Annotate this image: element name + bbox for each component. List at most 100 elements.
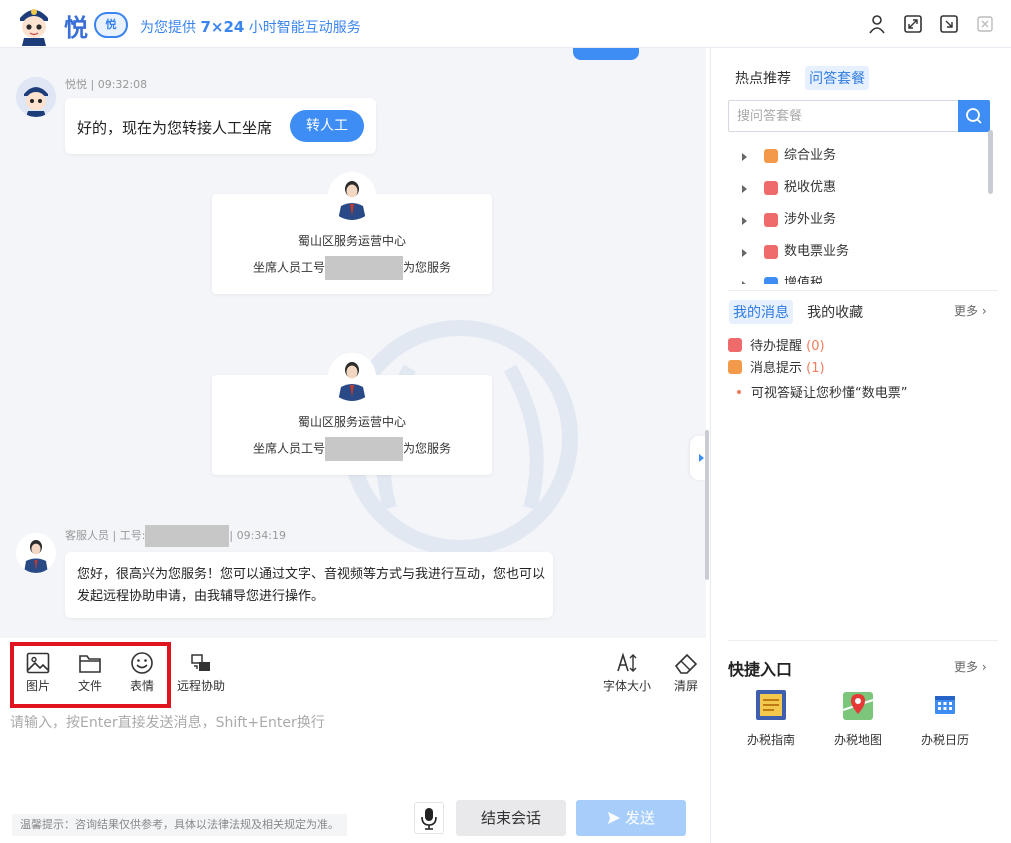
remote-assist-tool[interactable]: 远程协助	[174, 652, 228, 694]
bot-avatar	[16, 77, 56, 117]
card-line-suffix: 为您服务	[403, 260, 452, 275]
agent-meta: 客服人员 | 工号: | 09:34:19	[65, 524, 286, 548]
font-size-icon	[617, 652, 637, 672]
message-text: 可视答疑让您秒懂“数电票”	[751, 386, 908, 401]
clock-icon	[728, 338, 742, 352]
minimize-icon[interactable]	[939, 14, 959, 34]
chat-panel: 悦悦 | 09:32:08 好的，现在为您转接人工坐席 转人工 蜀山区服务运营中…	[0, 48, 706, 638]
close-icon[interactable]	[975, 14, 995, 34]
message-input[interactable]	[10, 712, 690, 792]
caret-right-icon	[742, 153, 747, 161]
bulb-icon	[728, 360, 742, 374]
image-tool[interactable]: 图片	[14, 652, 62, 694]
map-pin-icon	[842, 692, 874, 720]
quick-tax-calendar[interactable]: 办税日历	[905, 688, 985, 748]
app-header: 悦 悦 为您提供 7×24 小时智能互动服务	[0, 0, 1011, 48]
qa-tabs: 热点推荐 问答套餐	[731, 66, 875, 90]
send-icon	[607, 812, 620, 824]
tree-label: 增值税	[784, 276, 824, 284]
smile-icon	[131, 652, 153, 674]
end-session-button[interactable]: 结束会话	[456, 800, 566, 836]
messages-more-link[interactable]: 更多 ›	[954, 302, 987, 319]
quick-tax-guide[interactable]: 办税指南	[731, 688, 811, 748]
transfer-agent-button[interactable]: 转人工	[290, 110, 364, 142]
card-center-name: 蜀山区服务运营中心	[297, 234, 406, 248]
slogan-hours: 7×24	[200, 18, 245, 36]
collapse-sidebar-toggle[interactable]	[690, 436, 706, 480]
font-size-tool[interactable]: 字体大小	[600, 652, 654, 694]
card-agent-line: 坐席人员工号 为您服务	[212, 437, 492, 461]
redacted-id	[325, 256, 403, 280]
file-tool[interactable]: 文件	[66, 652, 114, 694]
redacted-id	[325, 437, 403, 461]
card-line-suffix: 为您服务	[403, 441, 452, 456]
brand-logo: 悦	[64, 13, 88, 42]
folder-icon	[79, 655, 101, 673]
emoji-tool[interactable]: 表情	[118, 652, 166, 694]
tree-label: 税收优惠	[784, 180, 837, 195]
search-icon	[966, 108, 982, 124]
mascot-avatar	[14, 2, 54, 46]
send-label: 发送	[624, 809, 655, 827]
file-label: 文件	[77, 679, 102, 693]
input-toolbar: 图片 文件 表情 远程协助 字体大小 清屏	[0, 638, 706, 708]
eraser-icon	[674, 653, 698, 674]
user-icon[interactable]	[867, 14, 887, 34]
tree-label: 涉外业务	[784, 212, 837, 227]
divider	[728, 640, 998, 641]
agent-photo	[328, 172, 376, 220]
header-slogan: 为您提供 7×24 小时智能互动服务	[140, 17, 361, 37]
tab-my-messages[interactable]: 我的消息	[729, 300, 793, 324]
remote-label: 远程协助	[176, 679, 225, 693]
remote-desktop-icon	[191, 654, 210, 671]
database-icon	[764, 245, 778, 259]
card-agent-line: 坐席人员工号 为您服务	[212, 256, 492, 280]
expand-icon[interactable]	[903, 14, 923, 34]
input-area: 温馨提示：咨询结果仅供参考，具体以法律法规及相关规定为准。 结束会话 发送	[0, 708, 706, 843]
tab-qa-package[interactable]: 问答套餐	[805, 66, 870, 90]
brand-badge: 悦	[94, 12, 128, 38]
send-button[interactable]: 发送	[576, 800, 686, 836]
quick-label: 办税地图	[833, 733, 882, 747]
caret-right-icon	[742, 281, 747, 284]
calendar-icon	[935, 696, 955, 714]
quick-more-link[interactable]: 更多 ›	[954, 658, 987, 675]
agent-card: 蜀山区服务运营中心 坐席人员工号 为您服务	[212, 172, 492, 294]
notice-reminder[interactable]: 消息提示 (1)	[728, 357, 825, 376]
todo-label: 待办提醒	[750, 339, 803, 354]
quick-tax-map[interactable]: 办税地图	[818, 688, 898, 748]
todo-reminder[interactable]: 待办提醒 (0)	[728, 335, 825, 354]
slogan-suffix: 小时智能互动服务	[244, 20, 361, 36]
database-icon	[764, 213, 778, 227]
card-line-prefix: 坐席人员工号	[252, 260, 325, 275]
chat-scrollbar[interactable]	[705, 430, 709, 580]
tree-scrollbar[interactable]	[988, 130, 993, 194]
right-sidebar: 热点推荐 问答套餐 综合业务 税收优惠 涉外业务 数电票业务 增值税 我的消息 …	[710, 48, 1011, 843]
disclaimer-tip: 温馨提示：咨询结果仅供参考，具体以法律法规及相关规定为准。	[12, 814, 347, 836]
quick-label: 办税日历	[920, 733, 969, 747]
qa-search-input[interactable]	[729, 101, 957, 131]
todo-count: (0)	[806, 339, 825, 354]
qa-search	[728, 100, 990, 132]
clear-screen-tool[interactable]: 清屏	[662, 652, 710, 694]
card-line-prefix: 坐席人员工号	[252, 441, 325, 456]
search-button[interactable]	[958, 100, 990, 132]
database-icon	[764, 149, 778, 163]
message-item[interactable]: 可视答疑让您秒懂“数电票”	[737, 382, 907, 401]
microphone-button[interactable]	[414, 802, 444, 834]
qa-category-tree: 综合业务 税收优惠 涉外业务 数电票业务 增值税	[728, 144, 990, 284]
microphone-icon	[421, 808, 437, 830]
more-label: 更多	[954, 660, 979, 674]
guide-book-icon	[756, 690, 786, 720]
bot-bubble: 好的，现在为您转接人工坐席 转人工	[65, 98, 376, 154]
database-icon	[764, 277, 778, 284]
previous-message-stub	[573, 48, 639, 60]
agent-avatar	[16, 533, 56, 573]
message-tabs: 我的消息 我的收藏	[729, 300, 873, 324]
caret-right-icon	[742, 249, 747, 257]
tab-hot[interactable]: 热点推荐	[731, 66, 795, 90]
agent-bubble: 您好，很高兴为您服务！您可以通过文字、音视频等方式与我进行互动，您也可以发起远程…	[65, 552, 553, 618]
font-size-label: 字体大小	[602, 679, 651, 693]
divider	[728, 290, 998, 291]
tab-my-favorites[interactable]: 我的收藏	[803, 300, 867, 324]
